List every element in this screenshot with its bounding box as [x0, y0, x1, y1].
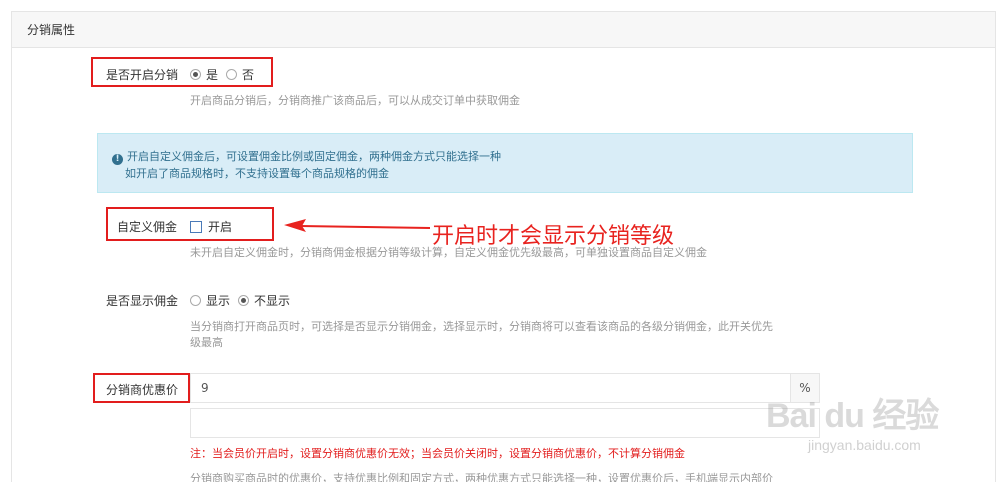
show-commission-radio-group: 显示 不显示: [190, 292, 298, 309]
info-alert: ! 开启自定义佣金后，可设置佣金比例或固定佣金，两种佣金方式只能选择一种 如开启了…: [97, 133, 913, 193]
discount-price-input[interactable]: 9: [190, 373, 791, 403]
show-commission-help-2: 级最高: [190, 336, 223, 349]
custom-commission-checkbox-row[interactable]: 开启: [190, 218, 232, 235]
baidu-watermark-logo: Bai du 经验: [766, 397, 939, 435]
radio-yes-icon[interactable]: [190, 69, 201, 80]
radio-show-icon[interactable]: [190, 295, 201, 306]
radio-no-icon[interactable]: [226, 69, 238, 80]
panel-title: 分销属性: [12, 12, 995, 48]
annotation-text: 开启时才会显示分销等级: [432, 224, 675, 249]
alert-line-2: 如开启了商品规格时，不支持设置每个商品规格的佣金: [125, 167, 389, 180]
discount-price-label: 分销商优惠价: [106, 383, 179, 397]
annotation-arrow-icon: [284, 219, 431, 232]
radio-option-no[interactable]: 否: [226, 66, 254, 83]
enable-distribution-radio-group: 是 否: [190, 66, 262, 83]
radio-option-yes[interactable]: 是: [190, 66, 218, 83]
custom-commission-label: 自定义佣金: [117, 220, 178, 234]
discount-price-help: 分销商购买商品时的优惠价，支持优惠比例和固定方式，两种优惠方式只能选择一种，设置…: [190, 472, 773, 482]
show-commission-label: 是否显示佣金: [106, 294, 179, 308]
enable-distribution-label: 是否开启分销: [106, 68, 179, 82]
discount-price-note: 注：当会员价开启时，设置分销商优惠价无效；当会员价关闭时，设置分销商优惠价，不计…: [190, 447, 685, 460]
info-icon: !: [112, 154, 123, 165]
show-commission-help-1: 当分销商打开商品页时，可选择是否显示分销佣金，选择显示时，分销商将可以查看该商品…: [190, 320, 773, 333]
radio-option-hide[interactable]: 不显示: [238, 292, 290, 309]
discount-price-input-2[interactable]: [190, 408, 820, 438]
alert-line-1: ! 开启自定义佣金后，可设置佣金比例或固定佣金，两种佣金方式只能选择一种: [112, 148, 501, 165]
baidu-watermark-url: jingyan.baidu.com: [808, 437, 921, 453]
custom-commission-checkbox[interactable]: [190, 220, 202, 233]
custom-commission-checkbox-label: 开启: [208, 220, 233, 234]
radio-option-show[interactable]: 显示: [190, 292, 230, 309]
radio-hide-icon[interactable]: [238, 295, 250, 306]
enable-distribution-help: 开启商品分销后，分销商推广该商品后，可以从成交订单中获取佣金: [190, 94, 520, 107]
discount-price-value: 9: [201, 381, 209, 395]
